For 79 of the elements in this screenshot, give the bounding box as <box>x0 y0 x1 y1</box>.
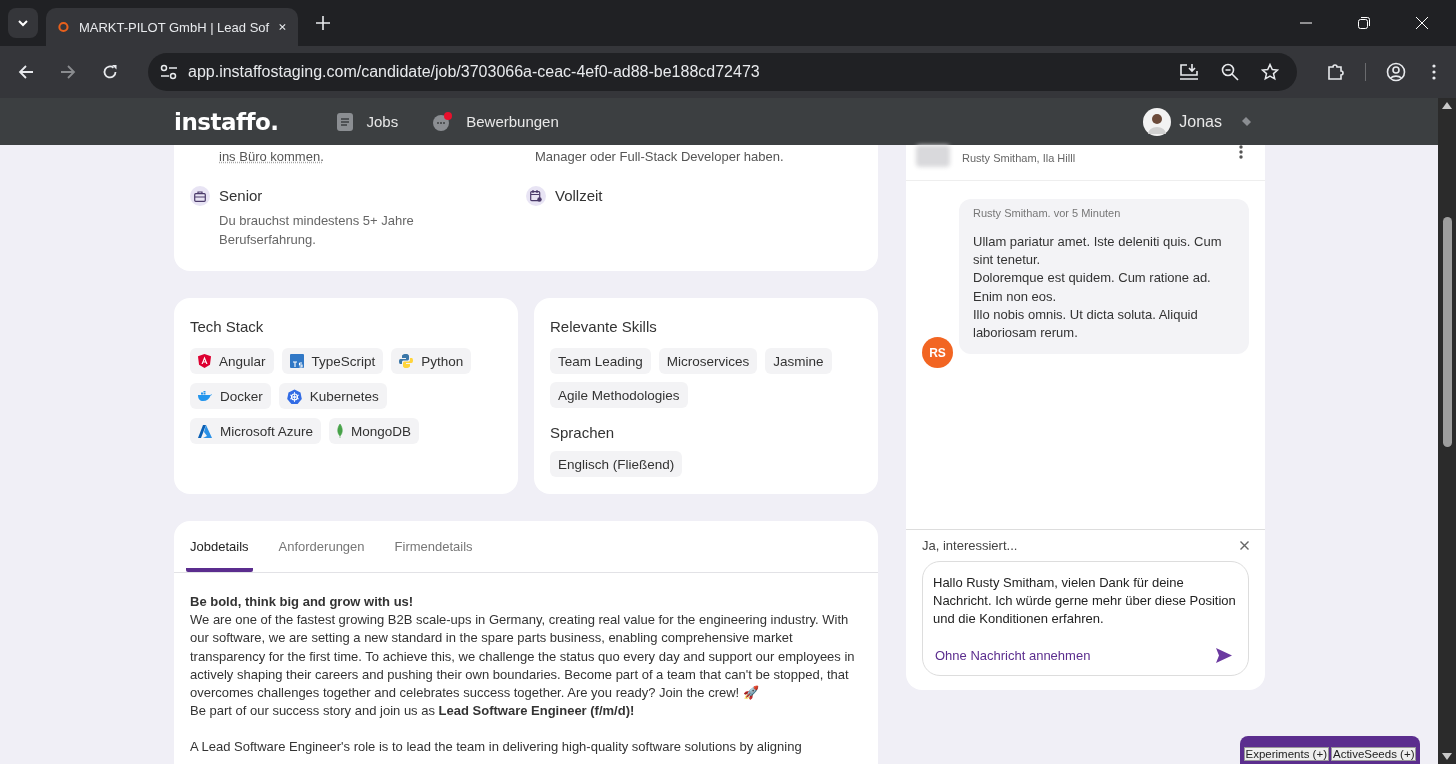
message-text: Ullam pariatur amet. Iste deleniti quis. Cum sint tenetur. <box>973 233 1223 270</box>
chevron-down-icon <box>17 19 29 27</box>
favicon-icon <box>58 19 69 35</box>
logo[interactable]: instaffo. <box>174 108 279 135</box>
description-paragraph: A Lead Software Engineer's role is to lead the team in delivering high-quality software solutions by aligning <box>190 738 803 757</box>
url-text: app.instaffostaging.com/candidate/job/3703066a-ceac-4ef0-ad88-be188cd72473 <box>188 63 760 81</box>
skill-chip: Microservices <box>658 348 758 374</box>
tech-chip: Kubernetes <box>278 383 387 409</box>
reload-icon[interactable] <box>102 64 118 80</box>
leaf-icon <box>337 424 344 438</box>
address-bar[interactable]: app.instaffostaging.com/candidate/job/3703066a-ceac-4ef0-ad88-be188cd72473 <box>148 53 1297 91</box>
star-icon[interactable] <box>1261 63 1279 81</box>
description-paragraph: Be part of our success story and join us as Lead Software Engineer (f/m/d)! <box>190 702 636 721</box>
snake-logo-icon <box>399 354 414 368</box>
accept-without-message-link[interactable]: Ohne Nachricht annehmen <box>935 648 1091 663</box>
new-tab-icon[interactable] <box>316 16 330 30</box>
scrollbar-thumb[interactable] <box>1442 217 1452 447</box>
details-tab[interactable]: Jobdetails <box>186 521 253 572</box>
tech-chip: Python <box>391 348 472 374</box>
company-logo-icon <box>916 145 950 167</box>
message-text: Enim non eos. <box>973 287 1058 306</box>
avatar[interactable] <box>1143 107 1172 136</box>
nav-link[interactable]: Jobs <box>336 112 399 131</box>
forward-icon[interactable] <box>60 64 76 80</box>
message-text: Doloremque est quidem. Cum ratione ad. <box>973 269 1212 288</box>
skill-chip: Jasmine <box>765 348 832 374</box>
briefcase-icon <box>190 186 210 206</box>
language-chip: Englisch (Fließend) <box>550 451 683 477</box>
whale-icon <box>198 391 212 401</box>
chat-icon <box>432 111 453 132</box>
dev-toggle-button[interactable]: Experiments (+) <box>1243 747 1329 761</box>
card-title: Tech Stack <box>190 318 265 335</box>
nav-link[interactable]: Bewerbungen <box>432 111 559 132</box>
fact-description: Du brauchst mindestens 5+ Jahre Berufserfahrung. <box>219 212 415 249</box>
back-icon[interactable] <box>18 64 34 80</box>
details-tab[interactable]: Anforderungen <box>278 521 365 572</box>
description-paragraph: Be bold, think big and grow with us! <box>190 593 415 611</box>
square-logo-icon <box>289 354 304 368</box>
message-meta: Rusty Smitham. vor 5 Minuten <box>973 207 1122 219</box>
site-settings-icon[interactable] <box>160 64 178 80</box>
shield-icon <box>198 354 211 368</box>
restore-icon[interactable] <box>1358 17 1370 29</box>
details-tab[interactable]: Firmendetails <box>394 521 473 572</box>
install-app-icon[interactable] <box>1179 63 1199 81</box>
document-icon <box>336 112 353 131</box>
tab-search-button[interactable] <box>8 8 38 38</box>
sender-avatar: RS <box>922 337 953 369</box>
puzzle-icon[interactable] <box>1327 63 1345 81</box>
fact-text: Manager oder Full-Stack Developer haben. <box>535 149 784 164</box>
tech-chip: Docker <box>190 383 271 409</box>
card-title: Relevante Skills <box>550 318 658 335</box>
tech-chip: TypeScript <box>281 348 384 374</box>
message-text: Illo nobis omnis. Ut dicta soluta. Aliquid laboriosam rerum. <box>973 305 1199 342</box>
reply-title: Ja, interessiert... <box>922 538 1018 553</box>
user-name[interactable]: Jonas <box>1179 112 1222 131</box>
fact-text: ins Büro kommen. <box>219 149 325 164</box>
fact-title: Senior <box>219 186 264 206</box>
menu-icon[interactable] <box>1432 64 1436 80</box>
tech-chip: Angular <box>190 348 274 374</box>
tech-chip: Microsoft Azure <box>190 418 322 444</box>
helm-wheel-icon <box>286 388 302 404</box>
zoom-out-icon[interactable] <box>1221 63 1239 81</box>
browser-tab[interactable]: MARKT-PILOT GmbH | Lead Sof <box>46 8 298 46</box>
calendar-icon <box>526 186 546 206</box>
tab-title: MARKT-PILOT GmbH | Lead Sof <box>78 19 270 35</box>
reply-field[interactable]: Hallo Rusty Smitham, vielen Dank für deine Nachricht. Ich würde gerne mehr über diese Position und die Konditionen erfahren. Ohne Nachricht annehmen <box>922 561 1249 676</box>
profile-icon[interactable] <box>1386 62 1406 82</box>
scroll-up-icon[interactable] <box>1442 102 1452 109</box>
description-paragraph: We are one of the fastest growing B2B scale-ups in Germany, creating real value for the engineering industry. With our software, we are setting a new standard in the spare parts business, enabling comprehensive market transparency for the first time. To achieve this, we challenge the status quo every day and support our employees in actively shaping their careers and pushing their own boundaries. Become part of a team that can't be stopped, that overcomes challenges together and celebrates success together. Are you ready? Join the crew! 🚀 <box>190 611 856 702</box>
azure-logo-icon <box>198 424 212 438</box>
card-subtitle: Sprachen <box>550 424 616 441</box>
skill-chip: Team Leading <box>550 348 651 374</box>
more-options-icon[interactable] <box>1239 145 1243 159</box>
dev-toggle-button[interactable]: ActiveSeeds (+) <box>1331 747 1417 761</box>
scroll-down-icon[interactable] <box>1442 753 1452 760</box>
fact-title: Vollzeit <box>555 186 603 206</box>
tech-chip: MongoDB <box>329 418 420 444</box>
chat-participants: Rusty Smitham, Ila Hilll <box>962 152 1076 164</box>
skill-chip: Agile Methodologies <box>550 382 688 408</box>
